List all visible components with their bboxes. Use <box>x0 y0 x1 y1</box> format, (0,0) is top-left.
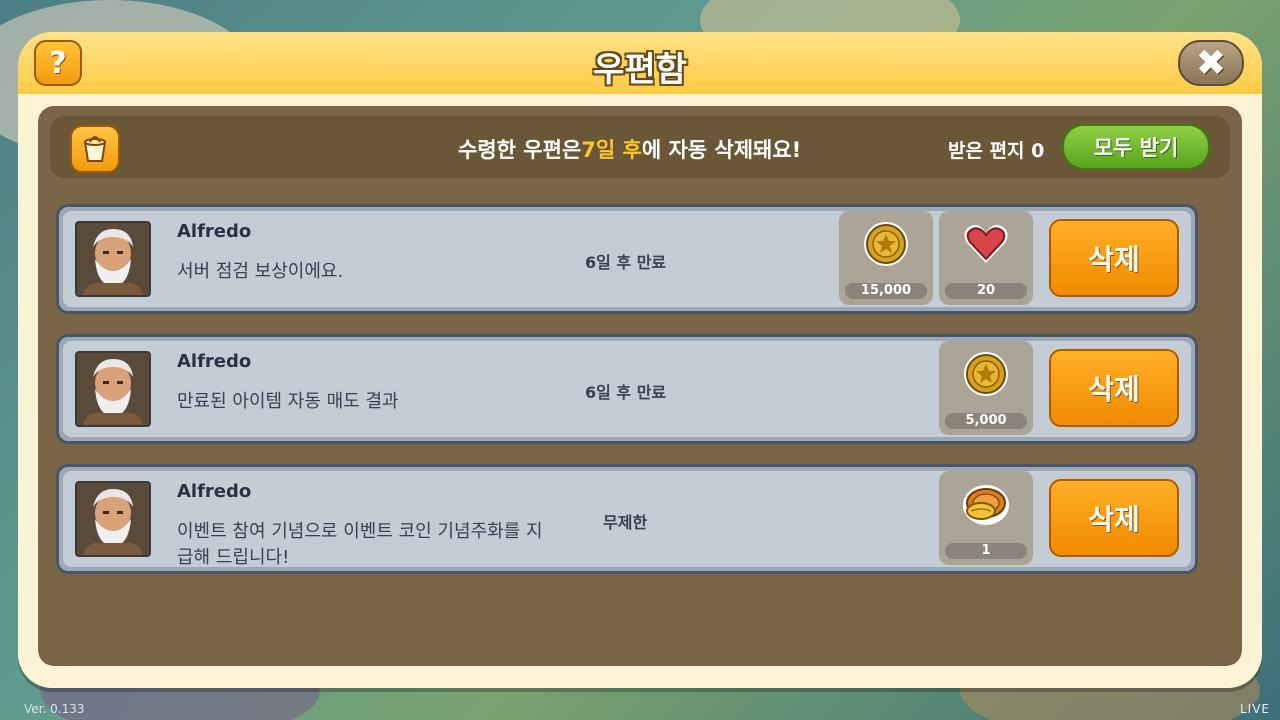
delete-button[interactable]: 삭제 <box>1049 479 1179 557</box>
mail-item: Alfredo 만료된 아이템 자동 매도 결과 6일 후 만료 5,000 삭… <box>56 334 1198 444</box>
bucket-icon <box>70 125 120 173</box>
sender-name: Alfredo <box>177 221 252 242</box>
gold-coin-icon <box>861 219 911 269</box>
heart-icon <box>961 219 1011 269</box>
avatar <box>75 351 151 427</box>
avatar <box>75 221 151 297</box>
reward-slot: 5,000 <box>939 341 1033 435</box>
gold-coin-icon <box>961 349 1011 399</box>
mail-message: 이벤트 참여 기념으로 이벤트 코인 기념주화를 지급해 드립니다! <box>177 521 543 568</box>
expire-label: 6일 후 만료 <box>585 383 667 402</box>
reward-slot: 1 <box>939 471 1033 565</box>
live-label: LIVE <box>1239 702 1270 716</box>
receive-all-button[interactable]: 모두 받기 <box>1062 124 1210 170</box>
sender-name: Alfredo <box>177 351 252 372</box>
received-count: 받은 편지 0 <box>948 140 1045 162</box>
auto-delete-notice: 수령한 우편은7일 후에 자동 삭제돼요! <box>458 138 802 162</box>
delete-button[interactable]: 삭제 <box>1049 219 1179 297</box>
expire-label: 무제한 <box>603 513 648 532</box>
close-icon: ✖ <box>1195 42 1227 84</box>
dialog-header: ? 우편함 ✖ <box>18 32 1262 94</box>
sender-name: Alfredo <box>177 481 252 502</box>
mail-message: 서버 점검 보상이에요. <box>177 261 344 282</box>
avatar <box>75 481 151 557</box>
version-label: Ver. 0.133 <box>24 702 85 716</box>
reward-quantity: 15,000 <box>845 283 927 299</box>
event-coin-icon <box>961 479 1011 529</box>
mail-item: Alfredo 이벤트 참여 기념으로 이벤트 코인 기념주화를 지급해 드립니… <box>56 464 1198 574</box>
expire-label: 6일 후 만료 <box>585 253 667 272</box>
mailbox-dialog: ? 우편함 ✖ 수령한 우편은7일 후에 자동 삭제돼요! 받은 편지 0 모두… <box>18 32 1262 688</box>
reward-slot: 20 <box>939 211 1033 305</box>
delete-button[interactable]: 삭제 <box>1049 349 1179 427</box>
notice-bar: 수령한 우편은7일 후에 자동 삭제돼요! 받은 편지 0 모두 받기 <box>50 116 1230 178</box>
reward-quantity: 1 <box>945 543 1027 559</box>
dialog-title: 우편함 <box>593 50 687 90</box>
mail-message: 만료된 아이템 자동 매도 결과 <box>177 391 399 412</box>
close-button[interactable]: ✖ <box>1178 40 1244 86</box>
reward-quantity: 20 <box>945 283 1027 299</box>
reward-quantity: 5,000 <box>945 413 1027 429</box>
reward-slot: 15,000 <box>839 211 933 305</box>
mail-item: Alfredo 서버 점검 보상이에요. 6일 후 만료 15,000 20 삭… <box>56 204 1198 314</box>
mailbox-body: 수령한 우편은7일 후에 자동 삭제돼요! 받은 편지 0 모두 받기 Alfr… <box>38 106 1242 666</box>
